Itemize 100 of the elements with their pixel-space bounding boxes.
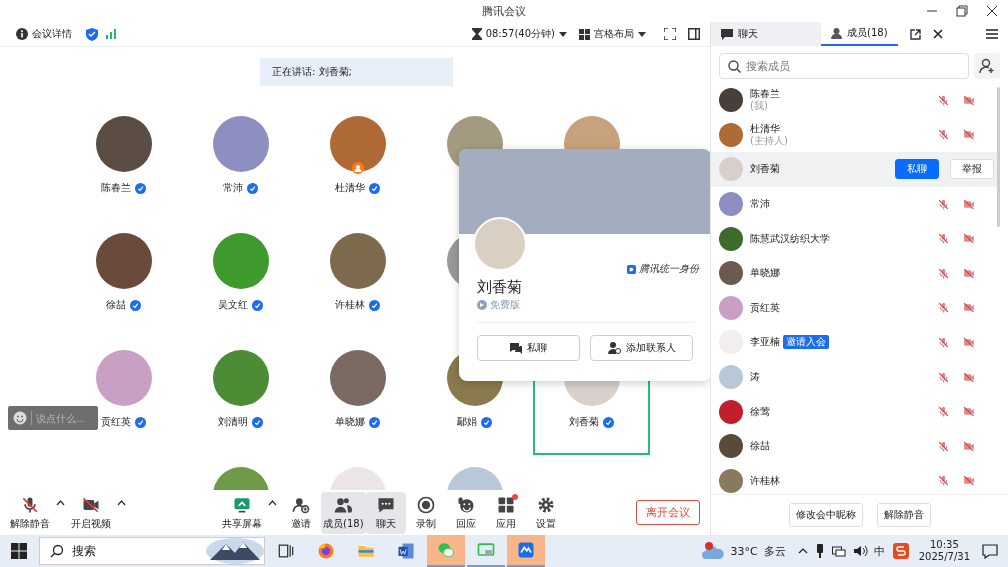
report-button[interactable]: 举报 xyxy=(950,159,994,180)
caret-icon[interactable] xyxy=(117,500,126,506)
weather-icon[interactable] xyxy=(700,541,725,561)
member-row[interactable]: 刘香菊 私聊 举报 xyxy=(711,152,998,187)
close-icon[interactable] xyxy=(986,5,998,17)
member-row[interactable]: 陈慧武汉纺织大学 xyxy=(711,221,998,256)
search-icon xyxy=(728,59,741,73)
mic-off-icon[interactable] xyxy=(937,370,950,384)
leave-meeting-button[interactable]: 离开会议 xyxy=(636,500,700,525)
search-box[interactable]: 搜索 xyxy=(39,537,265,565)
usb-drive-icon[interactable] xyxy=(815,544,824,558)
mic-off-icon[interactable] xyxy=(937,301,950,315)
meeting-info-button[interactable]: 会议详情 xyxy=(10,27,78,41)
member-name: 刘香菊 xyxy=(750,163,780,176)
toolbar-button[interactable]: 回应 xyxy=(445,491,486,534)
popout-icon[interactable] xyxy=(909,28,921,40)
chat-tab[interactable]: 聊天 xyxy=(711,22,821,46)
input-method-indicator[interactable]: 中 xyxy=(873,543,885,559)
speaker-icon[interactable] xyxy=(853,545,868,557)
mic-off-icon[interactable] xyxy=(937,93,950,107)
document-icon xyxy=(396,541,416,561)
network-icon[interactable] xyxy=(831,545,846,557)
private-chat-button[interactable]: 私聊 xyxy=(895,159,939,180)
timer-dropdown[interactable]: 08:57(40分钟) xyxy=(465,27,573,41)
close-icon[interactable] xyxy=(932,29,943,39)
camera-off-icon[interactable] xyxy=(962,232,976,246)
private-chat-button[interactable]: 私聊 xyxy=(477,335,580,361)
clock-time[interactable]: 10:35 xyxy=(929,539,959,551)
unmute-all-button[interactable]: 解除静音 xyxy=(876,503,931,527)
verified-icon xyxy=(252,416,263,428)
member-name: 陈春兰 xyxy=(750,88,780,101)
member-row[interactable]: 常沛 xyxy=(711,186,998,222)
grid-icon xyxy=(579,28,590,40)
caret-icon[interactable] xyxy=(268,500,277,506)
layout-dropdown[interactable]: 宫格布局 xyxy=(573,27,652,41)
member-row[interactable]: 徐喆 xyxy=(711,428,998,464)
camera-off-icon[interactable] xyxy=(962,197,976,211)
member-row[interactable]: 李亚楠 邀请入会 xyxy=(711,325,998,360)
member-row[interactable]: 杜清华 (主持人) xyxy=(711,117,998,153)
caret-icon[interactable] xyxy=(56,500,65,506)
mic-off-icon[interactable] xyxy=(937,197,950,211)
restore-icon[interactable] xyxy=(956,5,968,17)
camera-off-icon[interactable] xyxy=(962,405,976,419)
mic-off-icon[interactable] xyxy=(937,474,950,488)
toolbar-button[interactable]: 共享屏幕 xyxy=(220,491,264,534)
scrollbar[interactable] xyxy=(997,87,1000,227)
menu-icon[interactable] xyxy=(986,29,998,39)
info-icon xyxy=(16,28,28,40)
clock-date[interactable]: 2025/7/31 xyxy=(918,551,970,563)
notification-icon[interactable] xyxy=(982,543,998,559)
member-row[interactable]: 许桂林 xyxy=(711,463,998,494)
toolbar-button[interactable]: 录制 xyxy=(405,491,446,534)
smiley-icon[interactable] xyxy=(13,411,27,425)
search-box[interactable]: 搜索成员 xyxy=(719,53,969,79)
member-row[interactable]: 徐莺 xyxy=(711,394,998,429)
rename-button[interactable]: 修改会中昵称 xyxy=(788,503,863,527)
person-icon xyxy=(831,27,842,39)
sidebar-icon[interactable] xyxy=(688,28,700,40)
member-row[interactable]: 单晓娜 xyxy=(711,255,998,291)
chat-icon xyxy=(721,28,733,40)
mic-off-icon[interactable] xyxy=(937,266,950,280)
verified-icon xyxy=(369,299,380,311)
identity-label: 腾讯统一身份 xyxy=(639,262,699,276)
fullscreen-icon[interactable] xyxy=(664,28,676,40)
verified-icon xyxy=(247,182,258,194)
toolbar-button[interactable]: 设置 xyxy=(525,491,566,534)
mic-off-icon[interactable] xyxy=(937,405,950,419)
mic-off-icon[interactable] xyxy=(937,439,950,453)
chat-input-field[interactable]: 说点什么... xyxy=(36,412,96,424)
shield-icon[interactable] xyxy=(86,27,98,41)
toolbar-button[interactable]: 成员(18) xyxy=(321,491,366,534)
mic-off-icon[interactable] xyxy=(937,128,950,142)
camera-off-icon[interactable] xyxy=(962,301,976,315)
toolbar-button[interactable]: 应用 xyxy=(485,491,526,534)
camera-off-icon[interactable] xyxy=(962,335,976,349)
toolbar-button[interactable]: 聊天 xyxy=(365,491,406,534)
add-contact-button[interactable]: 添加联系人 xyxy=(590,335,693,361)
add-member-button[interactable] xyxy=(974,53,1000,79)
mic-off-icon[interactable] xyxy=(937,232,950,246)
camera-off-icon[interactable] xyxy=(962,474,976,488)
participant-name: 杜清华 xyxy=(335,181,365,195)
member-name: 常沛 xyxy=(750,198,770,211)
member-row[interactable]: 涛 xyxy=(711,359,998,395)
search-icon xyxy=(50,544,64,558)
windows-logo-icon[interactable] xyxy=(11,543,27,559)
app-tray-icon[interactable] xyxy=(892,543,909,559)
camera-off-icon[interactable] xyxy=(962,93,976,107)
participant-name: 鄢娟 xyxy=(457,415,477,429)
toolbar-button[interactable]: 邀请 xyxy=(281,491,321,534)
chat-bar[interactable]: 说点什么... xyxy=(8,406,98,430)
camera-off-icon[interactable] xyxy=(962,266,976,280)
mic-off-icon[interactable] xyxy=(937,335,950,349)
member-row[interactable]: 陈春兰 (我) xyxy=(711,83,998,118)
camera-off-icon[interactable] xyxy=(962,370,976,384)
camera-off-icon[interactable] xyxy=(962,439,976,453)
toolbar-button[interactable]: 开启视频 xyxy=(69,491,113,534)
toolbar-button[interactable]: 解除静音 xyxy=(8,491,52,534)
camera-off-icon[interactable] xyxy=(962,128,976,142)
member-row[interactable]: 贡红英 xyxy=(711,290,998,326)
caret-icon[interactable] xyxy=(797,548,808,554)
